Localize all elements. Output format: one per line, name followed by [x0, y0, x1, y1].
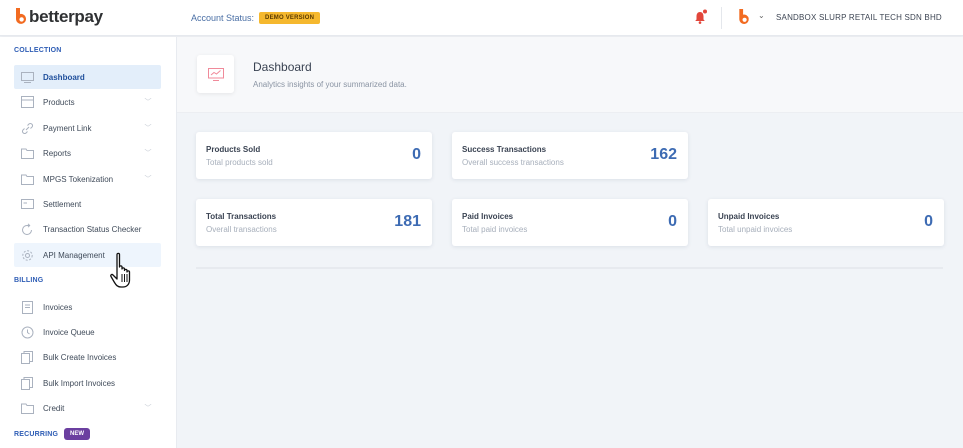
page-subtitle: Analytics insights of your summarized da…	[253, 80, 407, 89]
sidebar-item-label: MPGS Tokenization	[43, 174, 114, 184]
document-icon	[20, 300, 34, 314]
chevron-down-icon: ﹀	[144, 125, 152, 132]
account-status-label: Account Status:	[191, 13, 255, 23]
chevron-down-icon: ﹀	[144, 99, 152, 106]
chevron-down-icon: ﹀	[144, 405, 152, 412]
new-badge: NEW	[64, 428, 90, 440]
sidebar-item-label: API Management	[43, 250, 105, 260]
stat-value: 181	[394, 213, 421, 230]
org-dropdown-chevron-icon[interactable]: ⌄	[758, 11, 765, 20]
monitor-chart-icon	[207, 67, 224, 81]
org-name[interactable]: SANDBOX SLURP RETAIL TECH SDN BHD	[776, 13, 942, 22]
sidebar-item-settlement[interactable]: Settlement	[14, 192, 161, 216]
sidebar-item-label: Invoices	[43, 302, 73, 312]
page-header	[177, 37, 963, 113]
stat-subtitle: Overall success transactions	[462, 158, 564, 167]
stat-value: 0	[412, 146, 421, 163]
sidebar-item-label: Bulk Create Invoices	[43, 352, 117, 362]
stat-card-unpaid-invoices: Unpaid Invoices Total unpaid invoices 0	[708, 199, 944, 246]
sidebar-item-label: Transaction Status Checker	[43, 224, 142, 234]
stat-subtitle: Total paid invoices	[462, 225, 528, 234]
sidebar-item-label: Products	[43, 97, 75, 107]
sidebar-item-label: Payment Link	[43, 123, 92, 133]
chevron-down-icon: ﹀	[144, 150, 152, 157]
stat-card-total-transactions: Total Transactions Overall transactions …	[196, 199, 432, 246]
section-billing: BILLING	[14, 277, 44, 284]
stat-value: 162	[650, 146, 677, 163]
stat-subtitle: Total unpaid invoices	[718, 225, 793, 234]
top-header: betterpay Account Status: DEMO VERSION ⌄…	[0, 0, 963, 36]
sidebar-item-transaction-status-checker[interactable]: Transaction Status Checker	[14, 217, 161, 241]
sidebar-item-bulk-import-invoices[interactable]: Bulk Import Invoices	[14, 371, 161, 395]
box-icon	[20, 95, 34, 109]
sidebar-item-api-management[interactable]: API Management	[14, 243, 161, 267]
sidebar-item-credit[interactable]: Credit ﹀	[14, 396, 161, 420]
stat-title: Products Sold	[206, 145, 261, 154]
stat-title: Success Transactions	[462, 145, 547, 154]
org-avatar-icon[interactable]	[738, 9, 751, 26]
sidebar-item-label: Reports	[43, 148, 72, 158]
stat-subtitle: Total products sold	[206, 158, 273, 167]
gear-icon	[20, 248, 34, 262]
folder-icon	[20, 172, 34, 186]
folder-icon	[20, 146, 34, 160]
account-status: Account Status: DEMO VERSION	[191, 12, 321, 24]
chevron-down-icon: ﹀	[144, 176, 152, 183]
betterpay-logo[interactable]: betterpay	[15, 8, 103, 26]
sidebar-item-payment-link[interactable]: Payment Link ﹀	[14, 116, 161, 140]
notification-bell-icon[interactable]	[694, 9, 708, 25]
clock-icon	[20, 325, 34, 339]
copy-icon	[20, 376, 34, 390]
sidebar-item-reports[interactable]: Reports ﹀	[14, 141, 161, 165]
dashboard-icon	[20, 70, 34, 84]
sidebar-item-invoice-queue[interactable]: Invoice Queue	[14, 320, 161, 344]
stat-subtitle: Overall transactions	[206, 225, 277, 234]
copy-icon	[20, 350, 34, 364]
link-icon	[20, 121, 34, 135]
card-icon	[20, 197, 34, 211]
sidebar-item-dashboard[interactable]: Dashboard	[14, 65, 161, 89]
section-collection: COLLECTION	[14, 47, 62, 54]
sidebar-item-label: Dashboard	[43, 72, 85, 82]
sidebar-item-products[interactable]: Products ﹀	[14, 90, 161, 114]
sidebar-item-label: Credit	[43, 403, 65, 413]
stat-title: Total Transactions	[206, 212, 277, 221]
folder-icon	[20, 401, 34, 415]
demo-version-badge: DEMO VERSION	[259, 12, 321, 24]
sidebar-item-invoices[interactable]: Invoices	[14, 295, 161, 319]
brand-name: betterpay	[29, 7, 103, 26]
stat-value: 0	[668, 213, 677, 230]
section-recurring: RECURRING	[14, 431, 59, 438]
stat-card-products-sold: Products Sold Total products sold 0	[196, 132, 432, 179]
stat-value: 0	[924, 213, 933, 230]
sidebar-item-bulk-create-invoices[interactable]: Bulk Create Invoices	[14, 345, 161, 369]
sidebar-item-label: Bulk Import Invoices	[43, 378, 116, 388]
page-header-icon	[197, 55, 234, 93]
header-divider	[721, 7, 722, 29]
sidebar-item-label: Settlement	[43, 199, 82, 209]
sidebar-item-mpgs-tokenization[interactable]: MPGS Tokenization ﹀	[14, 167, 161, 191]
stat-card-success-transactions: Success Transactions Overall success tra…	[452, 132, 688, 179]
sidebar-item-label: Invoice Queue	[43, 327, 95, 337]
betterpay-mark-icon	[16, 8, 26, 24]
stat-card-paid-invoices: Paid Invoices Total paid invoices 0	[452, 199, 688, 246]
refresh-icon	[20, 222, 34, 236]
content-divider	[196, 267, 943, 269]
stat-title: Paid Invoices	[462, 212, 514, 221]
hand-cursor-icon	[110, 252, 131, 288]
page-title: Dashboard	[253, 60, 312, 74]
stat-title: Unpaid Invoices	[718, 212, 780, 221]
